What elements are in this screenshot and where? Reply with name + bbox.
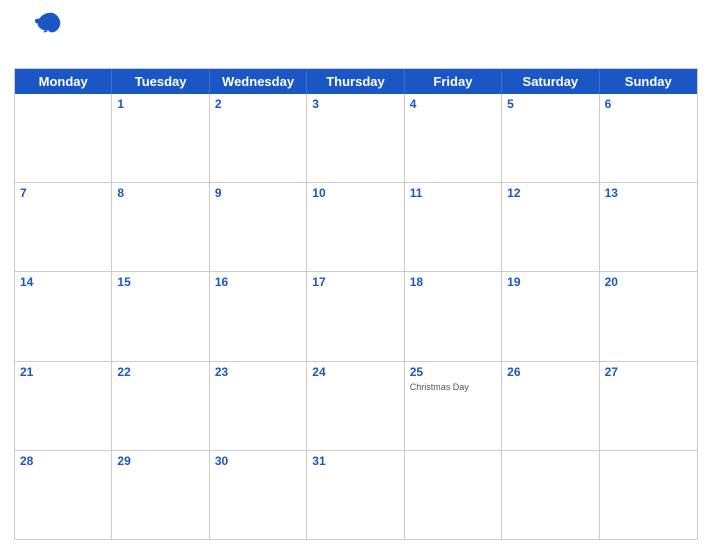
day-cell: 30 [210,451,307,539]
day-number: 10 [312,186,398,202]
day-number: 31 [312,454,398,470]
day-cell: 1 [112,94,209,182]
day-cell: 28 [15,451,112,539]
week-row-3: 14 15 16 17 18 19 20 [15,271,697,360]
day-cell: 6 [600,94,697,182]
day-header-saturday: Saturday [502,69,599,94]
calendar-grid: MondayTuesdayWednesdayThursdayFridaySatu… [14,68,698,540]
day-number: 28 [20,454,106,470]
day-number: 23 [215,365,301,381]
day-number: 29 [117,454,203,470]
day-cell: 23 [210,362,307,450]
day-header-tuesday: Tuesday [112,69,209,94]
day-header-thursday: Thursday [307,69,404,94]
day-cell: 25Christmas Day [405,362,502,450]
day-header-friday: Friday [405,69,502,94]
day-cell: 12 [502,183,599,271]
day-number: 2 [215,97,301,113]
day-headers-row: MondayTuesdayWednesdayThursdayFridaySatu… [15,69,697,94]
day-cell: 11 [405,183,502,271]
day-cell: 24 [307,362,404,450]
day-number: 1 [117,97,203,113]
day-number: 25 [410,365,496,381]
day-number: 27 [605,365,692,381]
day-cell: 18 [405,272,502,360]
day-cell: 22 [112,362,209,450]
day-cell: 17 [307,272,404,360]
week-row-1: 123456 [15,94,697,182]
day-number: 6 [605,97,692,113]
page: MondayTuesdayWednesdayThursdayFridaySatu… [0,0,712,550]
day-cell: 5 [502,94,599,182]
day-cell: 21 [15,362,112,450]
week-row-5: 28 29 30 31 [15,450,697,539]
day-cell: 26 [502,362,599,450]
day-cell: 8 [112,183,209,271]
day-cell [15,94,112,182]
day-cell: 9 [210,183,307,271]
day-number: 19 [507,275,593,291]
day-number: 17 [312,275,398,291]
day-cell: 20 [600,272,697,360]
day-header-sunday: Sunday [600,69,697,94]
calendar-header [14,10,698,62]
weeks-container: 1234567891011121314151617181920212223242… [15,94,697,539]
week-row-4: 21 22 23 24 25Christmas Day 26 27 [15,361,697,450]
logo [14,10,84,33]
day-number: 16 [215,275,301,291]
day-cell: 4 [405,94,502,182]
day-number: 7 [20,186,106,202]
day-number: 4 [410,97,496,113]
day-cell: 31 [307,451,404,539]
day-cell: 13 [600,183,697,271]
day-cell: 16 [210,272,307,360]
day-number: 8 [117,186,203,202]
day-number: 12 [507,186,593,202]
day-number: 15 [117,275,203,291]
day-cell [502,451,599,539]
day-number: 26 [507,365,593,381]
day-cell: 14 [15,272,112,360]
day-number: 24 [312,365,398,381]
logo-bird-icon [35,11,63,33]
day-cell: 19 [502,272,599,360]
holiday-name: Christmas Day [410,382,496,393]
day-cell [405,451,502,539]
day-header-wednesday: Wednesday [210,69,307,94]
day-number: 9 [215,186,301,202]
day-cell: 27 [600,362,697,450]
day-number: 11 [410,186,496,202]
day-number: 20 [605,275,692,291]
day-cell: 3 [307,94,404,182]
day-number: 30 [215,454,301,470]
day-cell: 7 [15,183,112,271]
day-cell: 10 [307,183,404,271]
day-header-monday: Monday [15,69,112,94]
day-cell [600,451,697,539]
day-cell: 2 [210,94,307,182]
day-number: 13 [605,186,692,202]
day-number: 21 [20,365,106,381]
day-number: 5 [507,97,593,113]
day-number: 22 [117,365,203,381]
day-cell: 15 [112,272,209,360]
day-number: 18 [410,275,496,291]
day-number: 3 [312,97,398,113]
day-cell: 29 [112,451,209,539]
day-number: 14 [20,275,106,291]
week-row-2: 789 10 11 12 13 [15,182,697,271]
